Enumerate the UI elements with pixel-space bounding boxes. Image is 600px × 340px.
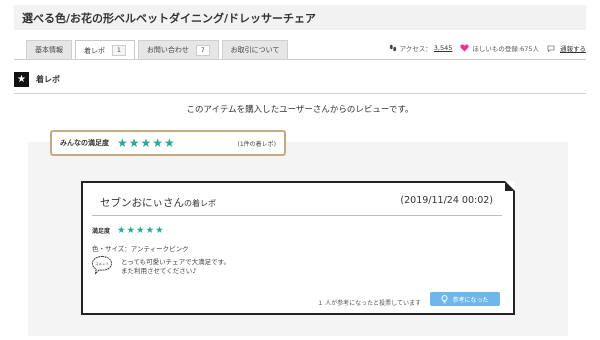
review-comment: とっても可愛いチェアで大満足です。 また利用させてください♪ — [121, 258, 230, 276]
helpful-button[interactable]: 参考になった — [430, 292, 500, 306]
tab-basic-info[interactable]: 基本情報 — [26, 40, 72, 59]
tab-label: お取引について — [230, 46, 280, 54]
tab-bar: 基本情報 着レポ 1 お問い合わせ 7 お取引について — [26, 40, 291, 60]
overall-star-rating: ★★★★★ — [117, 136, 176, 150]
tab-inquiries[interactable]: お問い合わせ 7 — [137, 40, 219, 59]
comment-line: とっても可愛いチェアで大満足です。 — [121, 258, 231, 266]
heart-icon — [460, 44, 470, 52]
access-label: アクセス： — [399, 45, 432, 53]
comment-line: また利用させてください♪ — [121, 267, 197, 275]
review-count-text: (1件の着レポ) — [237, 140, 277, 148]
tab-label: お問い合わせ — [146, 46, 189, 54]
product-title: 選べる色/お花の形ベルベットダイニング/ドレッサーチェア — [22, 12, 317, 25]
report-link[interactable]: 通報する — [560, 43, 586, 53]
tab-label: 基本情報 — [35, 46, 63, 54]
reviewer-heading: セブンおにぃさんの着レポ — [100, 195, 216, 210]
tab-label: 着レポ — [84, 46, 105, 55]
review-card: セブンおにぃさんの着レポ (2019/11/24 00:02) 満足度 ★★★★… — [81, 181, 515, 315]
card-corner-fold — [505, 181, 515, 191]
reviewer-suffix: の着レポ — [184, 199, 216, 208]
section-title: 着レポ — [36, 75, 60, 84]
tab-divider — [14, 59, 586, 60]
reviewer-name[interactable]: セブンおにぃさん — [100, 197, 184, 209]
product-title-bar: 選べる色/お花の形ベルベットダイニング/ドレッサーチェア — [14, 5, 586, 30]
tab-count-badge: 7 — [195, 44, 210, 56]
review-satisfaction: 満足度 ★★★★★ — [92, 225, 165, 236]
section-header: ★ 着レポ — [14, 72, 60, 87]
overall-satisfaction-box: みんなの満足度 ★★★★★ (1件の着レポ) — [50, 130, 286, 156]
star-icon: ★ — [14, 72, 29, 87]
reviews-intro-text: このアイテムを購入したユーザーさんからのレビューです。 — [186, 105, 414, 115]
review-divider — [92, 215, 502, 216]
lightbulb-icon — [441, 294, 449, 303]
tab-reviews[interactable]: 着レポ 1 — [75, 40, 135, 60]
review-star-rating: ★★★★★ — [117, 225, 165, 236]
comment-icon-label: コメント — [95, 262, 110, 266]
item-stats: アクセス： 3,545 ほしいもの登録:675人 通報する — [389, 43, 586, 53]
helpful-button-label: 参考になった — [452, 296, 489, 304]
access-count-link[interactable]: 3,545 — [434, 44, 453, 52]
helpful-vote-text: １ 人が参考になったと投票しています — [317, 300, 421, 307]
satisfaction-label: 満足度 — [92, 228, 111, 235]
speech-bubble-icon — [547, 45, 555, 52]
comment-bubble-icon: コメント — [92, 256, 112, 275]
wishlist-count: ほしいもの登録:675人 — [472, 45, 539, 53]
review-attribute: 色・サイズ：アンティークピンク — [92, 245, 189, 253]
footprint-icon — [389, 44, 396, 52]
section-divider — [14, 93, 586, 94]
review-date: (2019/11/24 00:02) — [400, 195, 493, 206]
tab-transactions[interactable]: お取引について — [221, 40, 289, 59]
overall-satisfaction-label: みんなの満足度 — [60, 139, 109, 147]
tab-count-badge: 1 — [112, 45, 126, 56]
